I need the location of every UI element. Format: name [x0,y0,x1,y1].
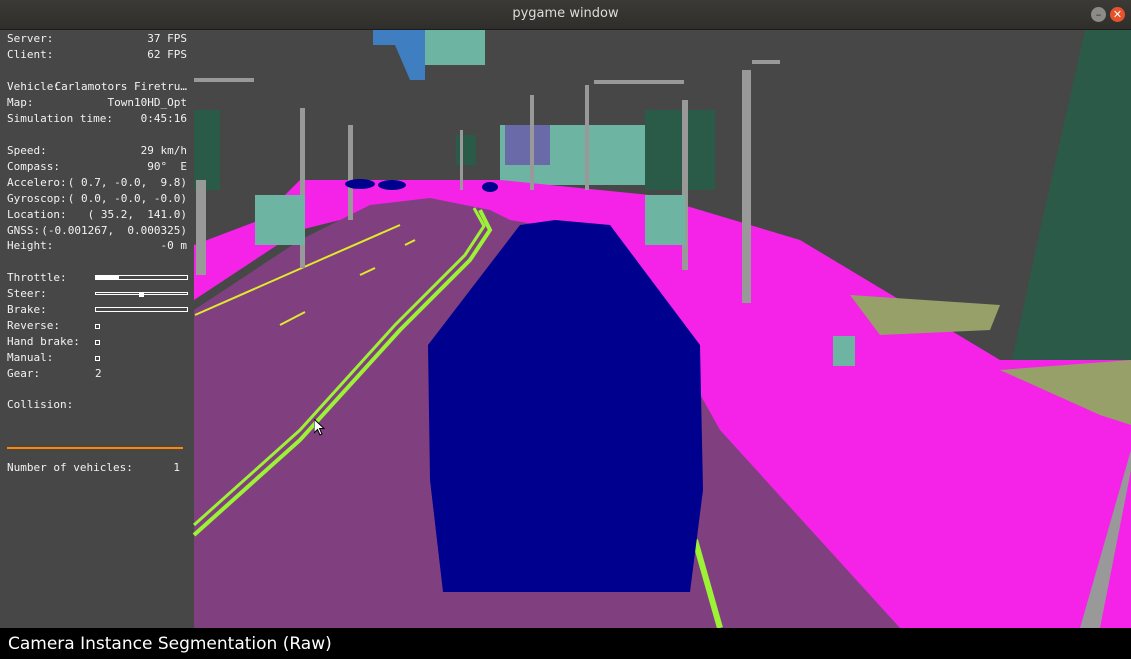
steer-marker [139,292,144,297]
brake-row: Brake: [7,303,188,317]
vehicle-row: Vehicle: Carlamotors Firetru… [7,80,187,94]
gyroscop-value: ( 0.0, -0.0, -0.0) [67,192,187,205]
speed-value: 29 km/h [140,144,187,157]
manual-checkbox [95,356,100,361]
camera-caption: Camera Instance Segmentation (Raw) [8,634,332,654]
gnss-label: GNSS: [7,224,41,237]
client-label: Client: [7,48,54,61]
client-fps-row: Client: 62 FPS [7,48,187,62]
height-row: Height: -0 m [7,239,187,253]
map-row: Map: Town10HD_Opt [7,96,187,110]
client-value: 62 FPS [147,48,187,61]
title-bar[interactable]: pygame window – ✕ [0,0,1131,30]
gnss-row: GNSS: (-0.001267, 0.000325) [7,224,187,238]
hand-brake-label: Hand brake: [7,335,80,348]
gnss-value: (-0.001267, 0.000325) [41,224,187,237]
accelero-label: Accelero: [7,176,67,189]
throttle-label: Throttle: [7,271,67,284]
map-label: Map: [7,96,34,109]
number-of-vehicles-label: Number of vehicles: [7,461,133,474]
gyroscop-label: Gyroscop: [7,192,67,205]
simulation-time-value: 0:45:16 [140,112,187,125]
steer-row: Steer: [7,287,188,301]
mouse-pointer-icon [314,419,326,436]
hud-panel: Server: 37 FPS Client: 62 FPS Vehicle: Carl… [0,30,194,628]
gear-row: Gear: 2 [7,367,187,381]
location-row: Location: ( 35.2, 141.0) [7,208,187,222]
close-icon[interactable]: ✕ [1110,7,1125,22]
collision-label: Collision: [7,398,74,411]
window-title: pygame window [512,6,619,21]
steer-label: Steer: [7,287,47,300]
hand-brake-checkbox [95,340,100,345]
accelero-value: ( 0.7, -0.0, 9.8) [67,176,187,189]
speed-row: Speed: 29 km/h [7,144,187,158]
gyroscop-row: Gyroscop:( 0.0, -0.0, -0.0) [7,192,187,206]
vehicle-value: Carlamotors Firetru… [54,80,187,93]
number-of-vehicles-row: Number of vehicles: 1 [7,461,187,475]
gear-value: 2 [95,367,102,380]
manual-label: Manual: [7,351,54,364]
compass-label: Compass: [7,160,60,173]
number-of-vehicles-value: 1 [173,461,180,474]
collision-history-line [7,447,183,449]
reverse-checkbox [95,324,100,329]
compass-row: Compass: 90° E [7,160,187,174]
location-value: ( 35.2, 141.0) [87,208,187,221]
collision-row: Collision: [7,398,187,412]
reverse-label: Reverse: [7,319,60,332]
height-label: Height: [7,239,54,252]
throttle-fill [96,276,119,279]
server-fps-row: Server: 37 FPS [7,32,187,46]
throttle-bar [95,275,188,280]
simulation-time-label: Simulation time: [7,112,113,125]
accelero-row: Accelero:( 0.7, -0.0, 9.8) [7,176,187,190]
map-value: Town10HD_Opt [107,96,187,109]
brake-label: Brake: [7,303,47,316]
camera-caption-bar: Camera Instance Segmentation (Raw) [0,628,1131,659]
server-value: 37 FPS [147,32,187,45]
throttle-row: Throttle: [7,271,188,285]
vehicle-label: Vehicle: [7,80,60,93]
minimize-icon[interactable]: – [1091,7,1106,22]
location-label: Location: [7,208,67,221]
server-label: Server: [7,32,54,45]
steer-bar [95,292,188,297]
gear-label: Gear: [7,367,41,380]
simulation-time-row: Simulation time: 0:45:16 [7,112,187,126]
height-value: -0 m [160,239,188,252]
compass-value: 90° E [147,160,187,173]
reverse-row: Reverse: [7,319,187,333]
manual-row: Manual: [7,351,187,365]
brake-bar [95,307,188,312]
hand-brake-row: Hand brake: [7,335,187,349]
speed-label: Speed: [7,144,47,157]
